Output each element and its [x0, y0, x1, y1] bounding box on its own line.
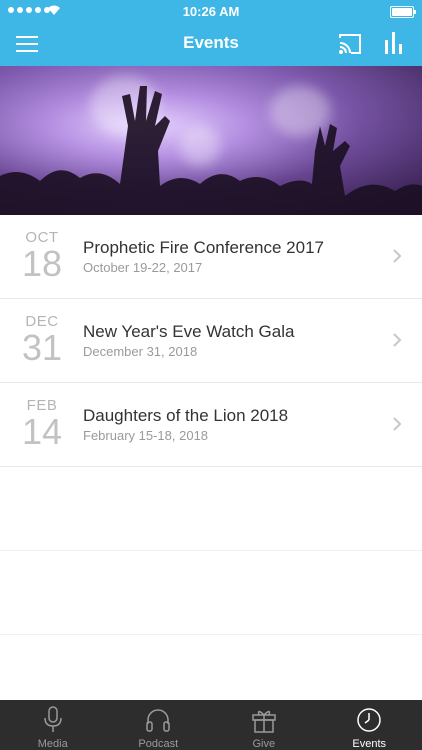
- event-row[interactable]: OCT 18 Prophetic Fire Conference 2017 Oc…: [0, 215, 422, 299]
- chevron-right-icon: [393, 417, 402, 431]
- chevron-right-icon: [393, 249, 402, 263]
- tab-media[interactable]: Media: [0, 700, 106, 750]
- battery-icon: [390, 6, 416, 18]
- tab-bar: Media Podcast Give Events: [0, 700, 422, 750]
- status-time: 10:26 AM: [182, 4, 240, 19]
- event-row[interactable]: DEC 31 New Year's Eve Watch Gala Decembe…: [0, 299, 422, 383]
- event-day: 18: [21, 243, 63, 284]
- clock-icon: [357, 708, 381, 732]
- event-date: October 19-22, 2017: [83, 260, 203, 275]
- event-name: Daughters of the Lion 2018: [83, 406, 289, 425]
- event-row[interactable]: FEB 14 Daughters of the Lion 2018 Februa…: [0, 383, 422, 467]
- tab-give[interactable]: Give: [211, 700, 317, 750]
- event-date: February 15-18, 2018: [83, 428, 209, 443]
- tab-label: Media: [37, 738, 68, 750]
- empty-row: [0, 467, 422, 551]
- status-bar: 10:26 AM: [0, 0, 422, 22]
- empty-row: [0, 551, 422, 635]
- tab-podcast[interactable]: Podcast: [106, 700, 212, 750]
- headphones-icon: [146, 709, 170, 732]
- event-date: December 31, 2018: [83, 344, 198, 359]
- tab-label: Events: [352, 738, 387, 750]
- hero-image: [0, 66, 422, 215]
- tab-events[interactable]: Events: [317, 700, 422, 750]
- stats-icon[interactable]: [382, 30, 406, 56]
- cast-icon[interactable]: [338, 33, 362, 55]
- event-day: 14: [21, 411, 63, 452]
- gift-icon: [252, 710, 276, 733]
- event-name: Prophetic Fire Conference 2017: [83, 238, 324, 257]
- event-list: OCT 18 Prophetic Fire Conference 2017 Oc…: [0, 215, 422, 635]
- tab-label: Podcast: [138, 738, 179, 750]
- chevron-right-icon: [393, 333, 402, 347]
- crowd-silhouette: [0, 86, 422, 215]
- event-name: New Year's Eve Watch Gala: [83, 322, 295, 341]
- microphone-icon: [44, 706, 62, 732]
- tab-label: Give: [252, 738, 276, 750]
- event-day: 31: [21, 327, 63, 368]
- nav-bar: Events: [0, 22, 422, 66]
